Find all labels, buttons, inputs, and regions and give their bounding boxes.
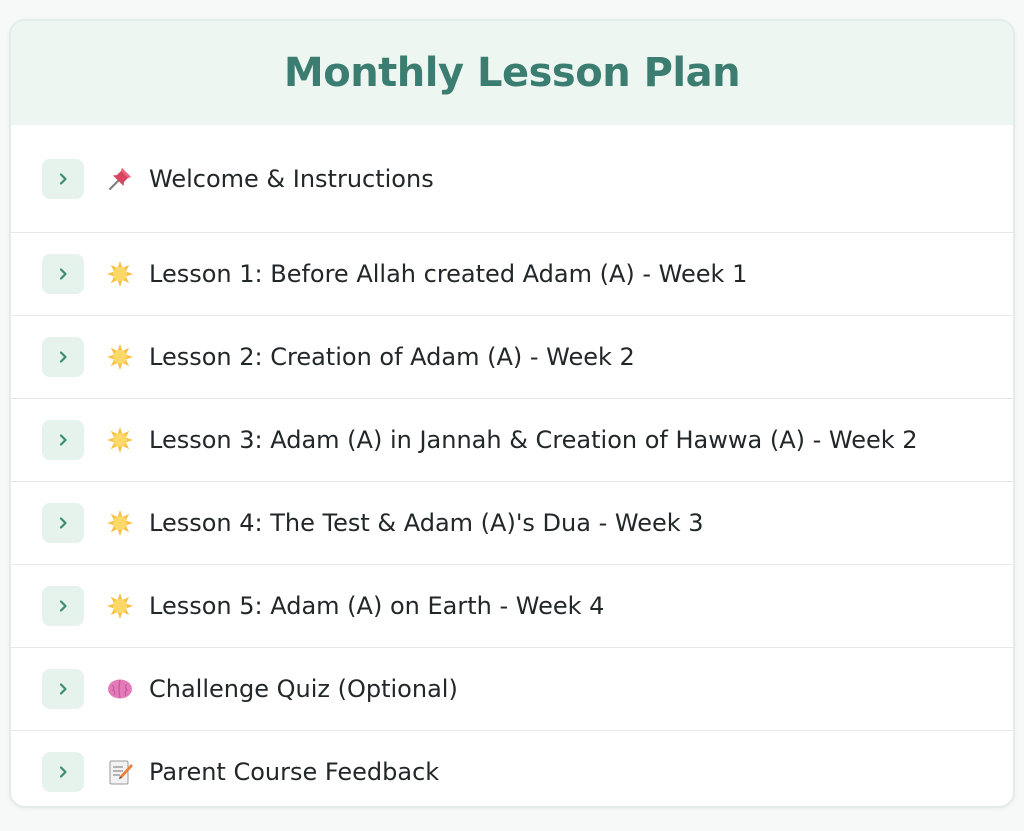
- card-header: Monthly Lesson Plan: [11, 21, 1013, 125]
- lesson-item-4[interactable]: Lesson 4: The Test & Adam (A)'s Dua - We…: [11, 481, 1013, 564]
- chevron-right-icon: [59, 683, 67, 695]
- chevron-right-icon: [59, 172, 67, 185]
- lesson-label: Lesson 2: Creation of Adam (A) - Week 2: [149, 343, 635, 371]
- lesson-item-5[interactable]: Lesson 5: Adam (A) on Earth - Week 4: [11, 564, 1013, 647]
- sun-icon: [105, 259, 135, 289]
- chevron-right-icon: [59, 268, 67, 280]
- lesson-item-feedback[interactable]: Parent Course Feedback: [11, 730, 1013, 806]
- pushpin-icon: [105, 164, 135, 194]
- lesson-label: Lesson 4: The Test & Adam (A)'s Dua - We…: [149, 509, 704, 537]
- lesson-label: Welcome & Instructions: [149, 164, 434, 193]
- page-title: Monthly Lesson Plan: [283, 50, 741, 96]
- chevron-right-icon: [59, 351, 67, 363]
- lesson-item-2[interactable]: Lesson 2: Creation of Adam (A) - Week 2: [11, 315, 1013, 398]
- lesson-plan-card: Monthly Lesson Plan Welcome & Instructio…: [9, 19, 1015, 808]
- lesson-label: Challenge Quiz (Optional): [149, 675, 458, 703]
- lesson-label: Lesson 3: Adam (A) in Jannah & Creation …: [149, 426, 918, 454]
- sun-icon: [105, 425, 135, 455]
- sun-icon: [105, 508, 135, 538]
- lesson-label: Lesson 1: Before Allah created Adam (A) …: [149, 260, 748, 288]
- expand-button[interactable]: [42, 586, 84, 626]
- lesson-item-3[interactable]: Lesson 3: Adam (A) in Jannah & Creation …: [11, 398, 1013, 481]
- expand-button[interactable]: [42, 254, 84, 294]
- memo-icon: [105, 757, 135, 787]
- lesson-item-1[interactable]: Lesson 1: Before Allah created Adam (A) …: [11, 232, 1013, 315]
- expand-button[interactable]: [42, 420, 84, 460]
- chevron-right-icon: [59, 434, 67, 446]
- sun-icon: [105, 591, 135, 621]
- sun-icon: [105, 342, 135, 372]
- lesson-label: Parent Course Feedback: [149, 757, 440, 786]
- expand-button[interactable]: [42, 503, 84, 543]
- expand-button[interactable]: [42, 158, 84, 199]
- brain-icon: [105, 674, 135, 704]
- expand-button[interactable]: [42, 751, 84, 792]
- chevron-right-icon: [59, 517, 67, 529]
- chevron-right-icon: [59, 600, 67, 612]
- expand-button[interactable]: [42, 337, 84, 377]
- lesson-label: Lesson 5: Adam (A) on Earth - Week 4: [149, 592, 605, 620]
- chevron-right-icon: [59, 765, 67, 778]
- lesson-item-welcome[interactable]: Welcome & Instructions: [11, 125, 1013, 232]
- lesson-list: Welcome & Instructions Lesson 1: Before …: [11, 125, 1013, 806]
- lesson-item-quiz[interactable]: Challenge Quiz (Optional): [11, 647, 1013, 730]
- expand-button[interactable]: [42, 669, 84, 709]
